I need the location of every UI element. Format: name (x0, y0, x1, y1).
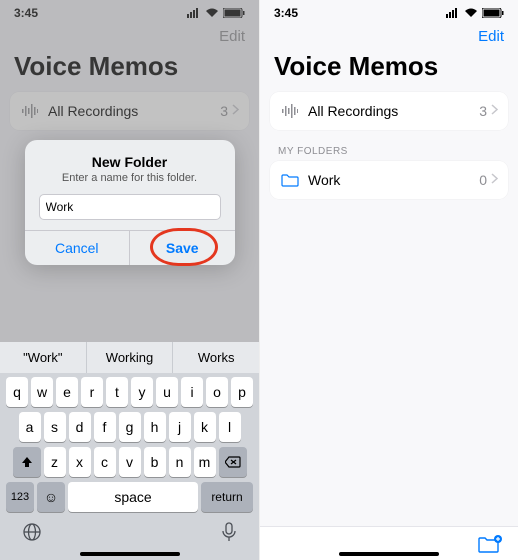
home-indicator (339, 552, 439, 556)
key-x[interactable]: x (69, 447, 91, 477)
chevron-right-icon (232, 102, 239, 120)
key-q[interactable]: q (6, 377, 28, 407)
row-label: All Recordings (48, 103, 220, 119)
status-time: 3:45 (274, 6, 298, 20)
row-count: 3 (479, 103, 487, 119)
section-header: MY FOLDERS (260, 138, 518, 161)
key-u[interactable]: u (156, 377, 178, 407)
edit-button[interactable]: Edit (478, 28, 504, 45)
folder-icon (280, 173, 300, 187)
key-r[interactable]: r (81, 377, 103, 407)
return-key[interactable]: return (201, 482, 253, 512)
key-p[interactable]: p (231, 377, 253, 407)
row-label: All Recordings (308, 103, 479, 119)
page-title: Voice Memos (0, 49, 259, 92)
chevron-right-icon (491, 102, 498, 120)
mic-icon[interactable] (221, 522, 237, 547)
row-count: 0 (479, 172, 487, 188)
status-bar: 3:45 (0, 0, 259, 22)
cancel-button[interactable]: Cancel (25, 231, 130, 265)
all-recordings-row[interactable]: All Recordings 3 (270, 92, 508, 130)
key-n[interactable]: n (169, 447, 191, 477)
key-k[interactable]: k (194, 412, 216, 442)
key-e[interactable]: e (56, 377, 78, 407)
key-v[interactable]: v (119, 447, 141, 477)
key-b[interactable]: b (144, 447, 166, 477)
predictive-bar: "Work" Working Works (0, 342, 259, 373)
key-z[interactable]: z (44, 447, 66, 477)
alert-message: Enter a name for this folder. (39, 172, 221, 184)
space-key[interactable]: space (68, 482, 198, 512)
prediction[interactable]: Works (172, 342, 259, 373)
folder-row[interactable]: Work 0 (270, 161, 508, 199)
key-m[interactable]: m (194, 447, 216, 477)
key-i[interactable]: i (181, 377, 203, 407)
all-recordings-row[interactable]: All Recordings 3 (10, 92, 249, 130)
key-h[interactable]: h (144, 412, 166, 442)
key-y[interactable]: y (131, 377, 153, 407)
status-icons (446, 8, 504, 18)
status-bar: 3:45 (260, 0, 518, 22)
emoji-key[interactable]: ☺ (37, 482, 65, 512)
folder-name-input[interactable] (39, 194, 221, 220)
globe-icon[interactable] (22, 522, 42, 547)
key-a[interactable]: a (19, 412, 41, 442)
key-j[interactable]: j (169, 412, 191, 442)
status-time: 3:45 (14, 6, 38, 20)
prediction[interactable]: "Work" (0, 342, 86, 373)
alert-title: New Folder (39, 154, 221, 170)
status-icons (187, 8, 245, 18)
keyboard: "Work" Working Works qwertyuiop asdfghjk… (0, 342, 259, 560)
key-d[interactable]: d (69, 412, 91, 442)
waveform-icon (20, 104, 40, 118)
shift-key[interactable] (13, 447, 41, 477)
save-button[interactable]: Save (129, 231, 235, 265)
delete-key[interactable] (219, 447, 247, 477)
new-folder-icon[interactable] (478, 535, 502, 560)
row-count: 3 (220, 103, 228, 119)
new-folder-alert: New Folder Enter a name for this folder.… (25, 140, 235, 265)
row-label: Work (308, 172, 479, 188)
key-g[interactable]: g (119, 412, 141, 442)
edit-button[interactable]: Edit (219, 28, 245, 45)
page-title: Voice Memos (260, 49, 518, 92)
key-w[interactable]: w (31, 377, 53, 407)
key-f[interactable]: f (94, 412, 116, 442)
chevron-right-icon (491, 171, 498, 189)
key-o[interactable]: o (206, 377, 228, 407)
home-indicator (80, 552, 180, 556)
key-t[interactable]: t (106, 377, 128, 407)
numbers-key[interactable]: 123 (6, 482, 34, 512)
prediction[interactable]: Working (86, 342, 173, 373)
key-s[interactable]: s (44, 412, 66, 442)
key-l[interactable]: l (219, 412, 241, 442)
waveform-icon (280, 104, 300, 118)
key-c[interactable]: c (94, 447, 116, 477)
